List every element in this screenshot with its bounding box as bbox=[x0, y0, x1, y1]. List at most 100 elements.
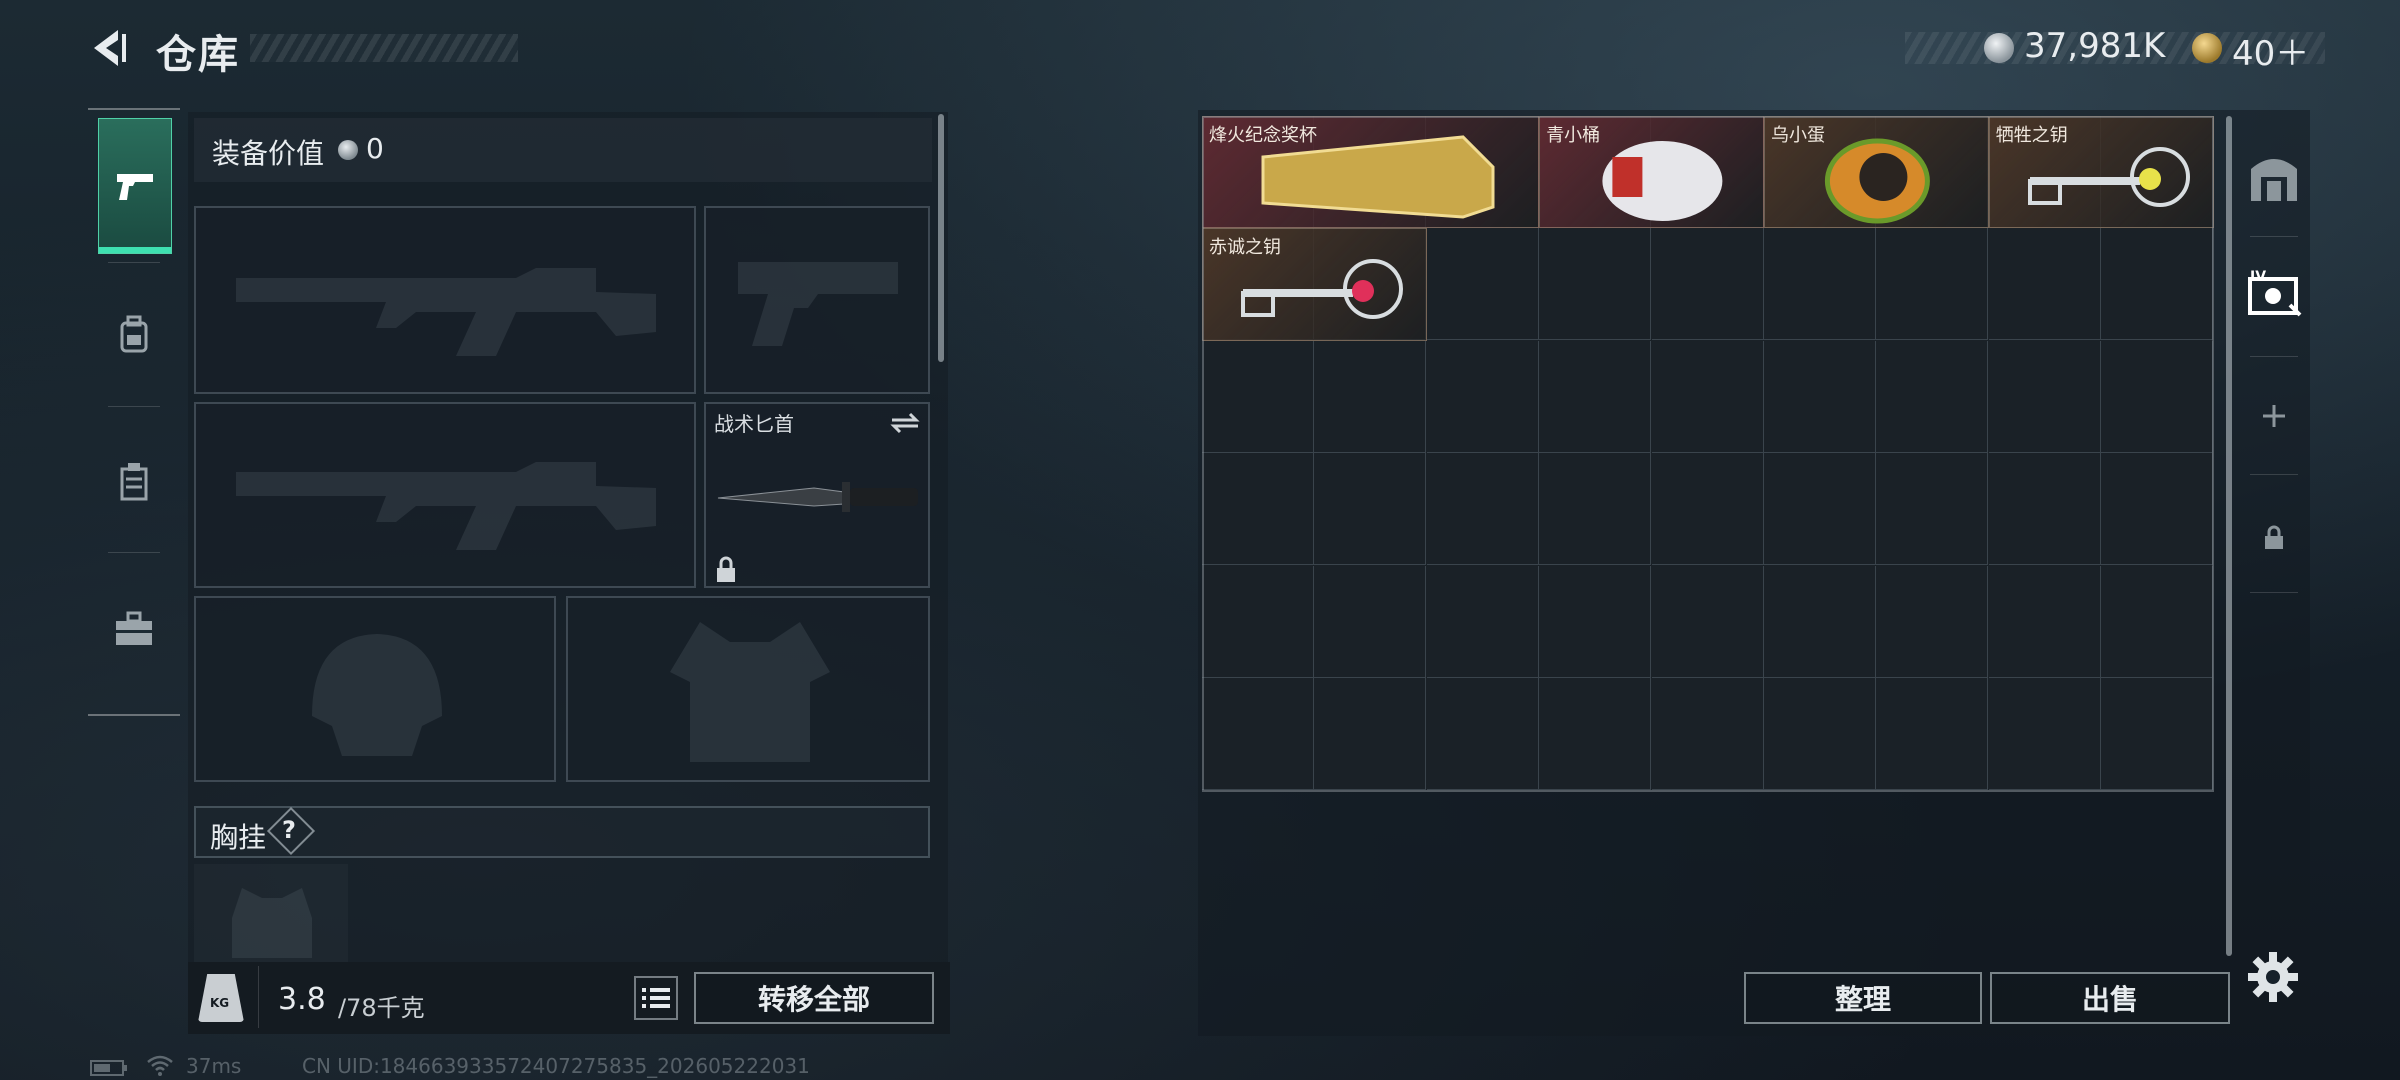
rail-divider bbox=[108, 406, 160, 407]
storage-cell[interactable] bbox=[2101, 678, 2214, 790]
gear-icon bbox=[2248, 952, 2298, 1002]
safe-box-button[interactable] bbox=[2240, 138, 2308, 218]
sell-button[interactable]: 出售 bbox=[1990, 972, 2230, 1024]
silver-coin-icon bbox=[338, 140, 358, 160]
storage-cell[interactable] bbox=[1651, 228, 1764, 341]
storage-cell[interactable] bbox=[1202, 678, 1314, 790]
storage-cell[interactable] bbox=[1764, 228, 1876, 341]
storage-cell[interactable] bbox=[1876, 678, 1989, 790]
pistol-silhouette-icon bbox=[738, 262, 898, 346]
list-view-button[interactable] bbox=[634, 976, 678, 1020]
primary-weapon-slot[interactable] bbox=[194, 206, 696, 394]
add-storage-button[interactable] bbox=[2240, 376, 2308, 456]
knife-image bbox=[717, 482, 918, 512]
storage-cell[interactable] bbox=[1539, 453, 1652, 566]
storage-item[interactable]: 赤诚之钥 bbox=[1202, 228, 1427, 341]
collection-button[interactable]: IV bbox=[2240, 254, 2308, 334]
tab-toolbox[interactable] bbox=[98, 562, 170, 696]
storage-cell[interactable] bbox=[2101, 228, 2214, 341]
tab-backpack[interactable] bbox=[98, 268, 170, 402]
storage-item-name: 赤诚之钥 bbox=[1209, 237, 1281, 259]
secondary-weapon-slot[interactable] bbox=[194, 402, 696, 588]
storage-cell[interactable] bbox=[1314, 340, 1427, 453]
transfer-all-button[interactable]: 转移全部 bbox=[694, 972, 934, 1024]
ping-text: 37ms bbox=[186, 1054, 242, 1078]
toolbox-icon bbox=[116, 611, 152, 645]
storage-cell[interactable] bbox=[1764, 453, 1876, 566]
weight-current: 3.8 bbox=[278, 982, 326, 1017]
storage-item[interactable]: 烽火纪念奖杯 bbox=[1202, 116, 1540, 229]
storage-cell[interactable] bbox=[1988, 565, 2101, 678]
storage-cell[interactable] bbox=[2101, 453, 2214, 566]
storage-cell[interactable] bbox=[1426, 228, 1539, 341]
pistol-icon bbox=[117, 174, 153, 200]
storage-cell[interactable] bbox=[2101, 565, 2214, 678]
storage-scrollbar[interactable] bbox=[2226, 116, 2232, 956]
back-button[interactable] bbox=[88, 26, 132, 70]
silver-coin-icon bbox=[1984, 33, 2014, 63]
storage-cell[interactable] bbox=[1876, 453, 1989, 566]
storage-cell[interactable] bbox=[1651, 453, 1764, 566]
lock-icon bbox=[2265, 525, 2283, 549]
storage-item[interactable]: 乌小蛋 bbox=[1764, 116, 1989, 229]
silver-currency-amount[interactable]: 37,981K bbox=[2024, 26, 2165, 66]
tab-weapons[interactable] bbox=[98, 118, 172, 254]
storage-cell[interactable] bbox=[1764, 565, 1876, 678]
armor-silhouette-icon bbox=[670, 622, 830, 762]
chest-rig-slot[interactable] bbox=[194, 864, 348, 964]
storage-cell[interactable] bbox=[1314, 565, 1427, 678]
storage-cell[interactable] bbox=[1539, 340, 1652, 453]
storage-cell[interactable] bbox=[1202, 565, 1314, 678]
sort-button[interactable]: 整理 bbox=[1744, 972, 1982, 1024]
page-title: 仓库 bbox=[156, 32, 240, 78]
locked-storage-button[interactable] bbox=[2240, 498, 2308, 578]
loadout-scrollbar[interactable] bbox=[938, 114, 944, 362]
storage-item[interactable]: 牺牲之钥 bbox=[1988, 116, 2214, 229]
storage-cell[interactable] bbox=[1876, 228, 1989, 341]
body-armor-slot[interactable] bbox=[566, 596, 930, 782]
tactical-knife-slot[interactable]: 战术匕首 bbox=[704, 402, 930, 588]
sidearm-slot[interactable] bbox=[704, 206, 930, 394]
tab-vest[interactable] bbox=[98, 414, 170, 548]
settings-button[interactable] bbox=[2246, 950, 2300, 1004]
rail-divider bbox=[108, 552, 160, 553]
storage-cell[interactable] bbox=[1202, 453, 1314, 566]
lock-icon bbox=[717, 556, 735, 582]
storage-item-name: 牺牲之钥 bbox=[1995, 125, 2068, 146]
storage-cell[interactable] bbox=[1426, 453, 1539, 566]
storage-cell[interactable] bbox=[1988, 228, 2101, 341]
storage-cell[interactable] bbox=[1876, 340, 1989, 453]
storage-cell[interactable] bbox=[1426, 565, 1539, 678]
storage-cell[interactable] bbox=[1876, 565, 1989, 678]
equipment-value-label: 装备价值 bbox=[212, 137, 325, 170]
storage-cell[interactable] bbox=[2101, 340, 2214, 453]
rifle-silhouette-icon bbox=[236, 462, 656, 550]
gold-currency-amount[interactable]: 40＋ bbox=[2232, 26, 2309, 75]
storage-cell[interactable] bbox=[1539, 565, 1652, 678]
storage-cell[interactable] bbox=[1988, 678, 2101, 790]
helmet-slot[interactable] bbox=[194, 596, 556, 782]
storage-cell[interactable] bbox=[1764, 678, 1876, 790]
storage-cell[interactable] bbox=[1539, 228, 1652, 341]
storage-cell[interactable] bbox=[1426, 678, 1539, 790]
storage-cell[interactable] bbox=[1988, 453, 2101, 566]
battery-icon bbox=[90, 1060, 127, 1076]
wifi-icon bbox=[147, 1055, 173, 1076]
storage-cell[interactable] bbox=[1651, 678, 1764, 790]
storage-cell[interactable] bbox=[1651, 340, 1764, 453]
storage-cell[interactable] bbox=[1988, 340, 2101, 453]
backpack-icon bbox=[120, 315, 148, 353]
storage-grid[interactable]: 烽火纪念奖杯 青小桶 乌小蛋 牺牲之钥赤诚之钥 bbox=[1202, 116, 2214, 792]
storage-cell[interactable] bbox=[1651, 565, 1764, 678]
knife-slot-label: 战术匕首 bbox=[714, 412, 794, 436]
storage-cell[interactable] bbox=[1764, 340, 1876, 453]
storage-cell[interactable] bbox=[1539, 678, 1652, 790]
storage-cell[interactable] bbox=[1314, 678, 1427, 790]
storage-cell[interactable] bbox=[1426, 340, 1539, 453]
swap-icon[interactable] bbox=[888, 410, 922, 436]
storage-cell[interactable] bbox=[1314, 453, 1427, 566]
storage-item-name: 乌小蛋 bbox=[1771, 125, 1825, 146]
storage-item[interactable]: 青小桶 bbox=[1539, 116, 1764, 229]
add-icon bbox=[2263, 405, 2285, 427]
storage-cell[interactable] bbox=[1202, 340, 1314, 453]
